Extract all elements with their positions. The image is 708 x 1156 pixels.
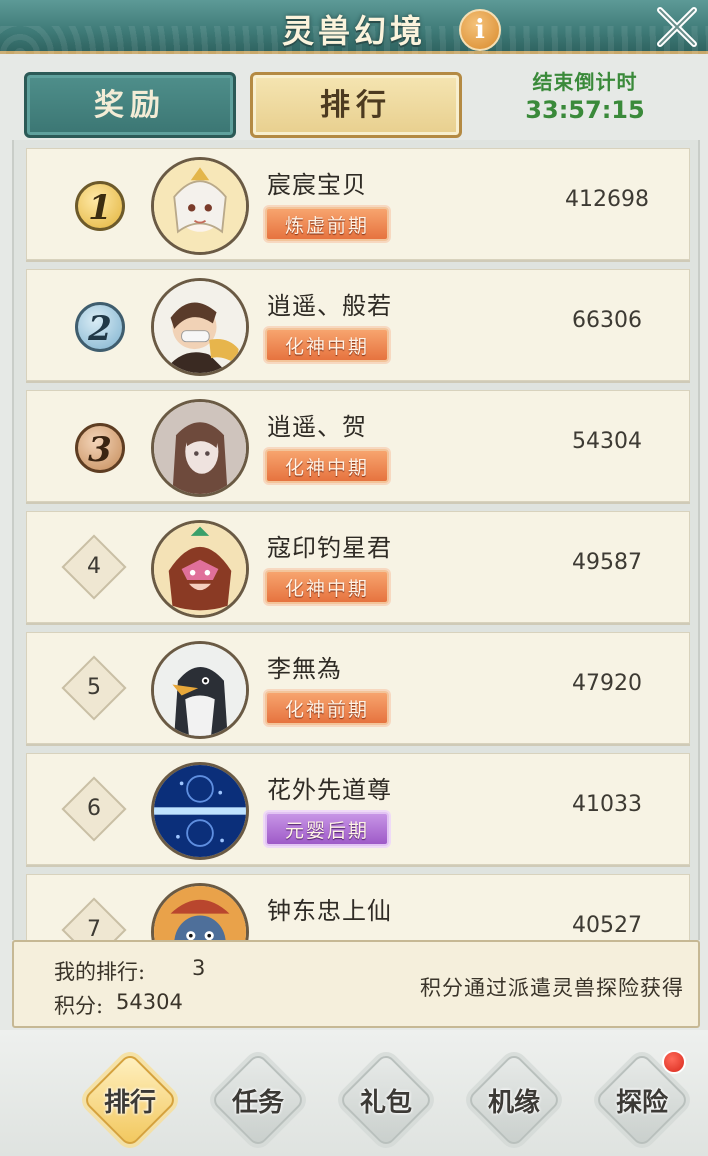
nav-label: 任务 [231,1088,284,1118]
rank-number: 7 [87,917,101,940]
nav-explore[interactable]: 探险 [593,1050,691,1149]
realm-badge: 化神前期 [265,691,389,725]
close-button[interactable] [652,2,702,52]
ranking-row[interactable]: 6 花外先道尊 元婴后期 41033 [26,753,690,865]
player-avatar-icon [154,886,246,940]
player-name: 李無為 [267,655,342,683]
ranking-row[interactable]: 2 逍遥、般若 化神中期 66306 [26,269,690,381]
rank-2-medal-icon: 2 [75,302,125,352]
nav-label: 机缘 [487,1088,540,1118]
my-rank-value: 3 [192,956,206,980]
ranking-row[interactable]: 1 宸宸宝贝 炼虚前期 412698 [26,148,690,260]
player-name: 钟东忠上仙 [267,897,392,925]
player-avatar-icon [154,523,246,615]
player-avatar-icon [154,281,246,373]
score-hint: 积分通过派遣灵兽探险获得 [420,976,684,1000]
avatar[interactable] [151,641,249,739]
bottom-nav: 排行 任务 礼包 机缘 探险 [0,1030,708,1156]
page-title: 灵兽幻境 [281,12,426,50]
player-score: 41033 [572,792,642,817]
realm-badge: 炼虚前期 [265,207,389,241]
nav-fortune[interactable]: 机缘 [465,1051,563,1149]
rank-3-medal-icon: 3 [75,423,125,473]
avatar[interactable] [151,520,249,618]
player-avatar-icon [154,644,246,736]
rank-number: 5 [87,675,101,700]
nav-ranking[interactable]: 排行 [81,1051,179,1149]
rank-number: 6 [87,796,101,821]
nav-gift-pack[interactable]: 礼包 [337,1051,435,1149]
avatar[interactable] [151,762,249,860]
my-rank-panel: 我的排行: 3 积分: 54304 积分通过派遣灵兽探险获得 [12,940,700,1028]
realm-badge: 元婴后期 [265,812,389,846]
realm-badge: 化神中期 [265,570,389,604]
player-score: 412698 [565,187,649,212]
avatar[interactable] [151,399,249,497]
player-avatar-icon [154,160,246,252]
my-score-label: 积分: [54,994,104,1018]
my-rank-label: 我的排行: [54,960,146,984]
ranking-row[interactable]: 7 钟东忠上仙 40527 [26,874,690,940]
ranking-row[interactable]: 5 李無為 化神前期 47920 [26,632,690,744]
player-name: 花外先道尊 [267,776,392,804]
countdown-label: 结束倒计时 [532,70,638,94]
player-score: 47920 [572,671,642,696]
info-button[interactable]: i [459,9,501,51]
player-score: 49587 [572,550,642,575]
player-score: 40527 [572,913,642,938]
realm-badge: 化神中期 [265,449,389,483]
nav-label: 礼包 [359,1088,412,1118]
player-name: 宸宸宝贝 [267,171,367,199]
player-avatar-icon [154,402,246,494]
nav-label: 排行 [103,1088,156,1118]
nav-tasks[interactable]: 任务 [209,1051,307,1149]
player-name: 逍遥、般若 [267,292,392,320]
notification-badge-icon [662,1050,686,1074]
player-avatar-icon [154,765,246,857]
rank-number: 4 [87,554,101,579]
my-score-value: 54304 [116,990,183,1014]
ranking-list[interactable]: 1 宸宸宝贝 炼虚前期 412698 2 逍遥、般若 化神中期 66306 3 … [12,140,700,940]
player-name: 寇印钓星君 [267,534,392,562]
ranking-row[interactable]: 3 逍遥、贺 化神中期 54304 [26,390,690,502]
tab-rewards[interactable]: 奖励 [24,72,236,138]
player-name: 逍遥、贺 [267,413,367,441]
realm-badge: 化神中期 [265,328,389,362]
avatar[interactable] [151,883,249,940]
rank-1-medal-icon: 1 [75,181,125,231]
player-score: 66306 [572,308,642,333]
close-icon [657,7,697,47]
title-bar: 灵兽幻境 i [0,0,708,54]
avatar[interactable] [151,278,249,376]
player-score: 54304 [572,429,642,454]
nav-label: 探险 [615,1088,668,1118]
ranking-row[interactable]: 4 寇印钓星君 化神中期 49587 [26,511,690,623]
countdown-timer: 33:57:15 [525,96,645,124]
avatar[interactable] [151,157,249,255]
tab-ranking[interactable]: 排行 [250,72,462,138]
